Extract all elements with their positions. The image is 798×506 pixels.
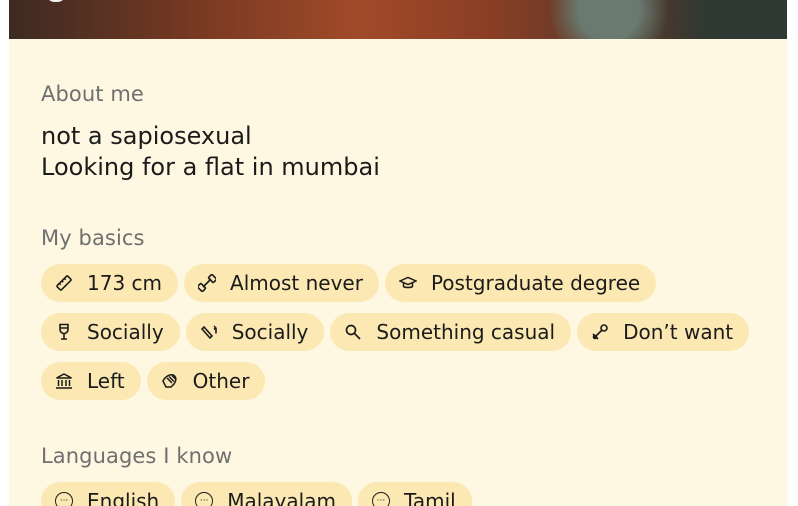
basics-row-3: Left Other	[41, 362, 266, 400]
cigarette-icon	[200, 323, 218, 341]
language-label: English	[87, 489, 160, 506]
photo-overlay-icon	[45, 0, 67, 2]
language-chip: ··· Tamil	[357, 482, 472, 506]
language-label: Tamil	[403, 489, 456, 506]
profile-photo[interactable]	[9, 0, 787, 39]
basics-row-1: 173 cm Almost never Postgraduate degree	[41, 264, 657, 302]
language-chip: ··· Malayalam	[181, 482, 352, 506]
government-building-icon	[55, 372, 73, 390]
about-line-2: Looking for a flat in mumbai	[41, 153, 380, 181]
looking-for-label: Something casual	[376, 320, 556, 344]
basic-chip-exercise: Almost never	[184, 264, 379, 302]
religion-label: Other	[192, 369, 250, 393]
magnifier-icon	[344, 323, 362, 341]
languages-heading: Languages I know	[41, 444, 233, 468]
praying-hands-icon	[161, 372, 179, 390]
speech-bubble-icon: ···	[371, 492, 390, 506]
kids-label: Don’t want	[623, 320, 734, 344]
politics-label: Left	[87, 369, 125, 393]
speech-bubble-icon: ···	[195, 492, 214, 506]
basic-chip-kids: Don’t want	[577, 313, 750, 351]
basics-heading: My basics	[41, 226, 145, 250]
basic-chip-education: Postgraduate degree	[384, 264, 657, 302]
pacifier-icon	[591, 323, 609, 341]
about-line-1: not a sapiosexual	[41, 122, 252, 150]
exercise-label: Almost never	[230, 271, 363, 295]
basic-chip-height: 173 cm	[41, 264, 179, 302]
height-label: 173 cm	[87, 271, 163, 295]
graduation-cap-icon	[398, 274, 417, 292]
wine-glass-icon	[55, 323, 73, 341]
basic-chip-religion: Other	[146, 362, 266, 400]
speech-bubble-icon: ···	[55, 492, 73, 506]
basic-chip-drinking: Socially	[41, 313, 180, 351]
languages-row: ··· English ··· Malayalam ··· Tamil	[41, 482, 472, 506]
language-label: Malayalam	[227, 489, 336, 506]
basic-chip-looking-for: Something casual	[330, 313, 572, 351]
basics-row-2: Socially Socially Something casual Don’t…	[41, 313, 750, 351]
profile-card: About me not a sapiosexual Looking for a…	[9, 0, 787, 506]
language-chip: ··· English	[41, 482, 176, 506]
smoking-label: Socially	[231, 320, 309, 344]
drinking-label: Socially	[87, 320, 164, 344]
about-heading: About me	[41, 82, 144, 106]
dumbbell-icon	[198, 274, 217, 292]
basic-chip-smoking: Socially	[185, 313, 325, 351]
education-label: Postgraduate degree	[430, 271, 641, 295]
about-text: not a sapiosexual Looking for a flat in …	[41, 121, 380, 183]
basic-chip-politics: Left	[41, 362, 141, 400]
ruler-icon	[55, 274, 73, 292]
